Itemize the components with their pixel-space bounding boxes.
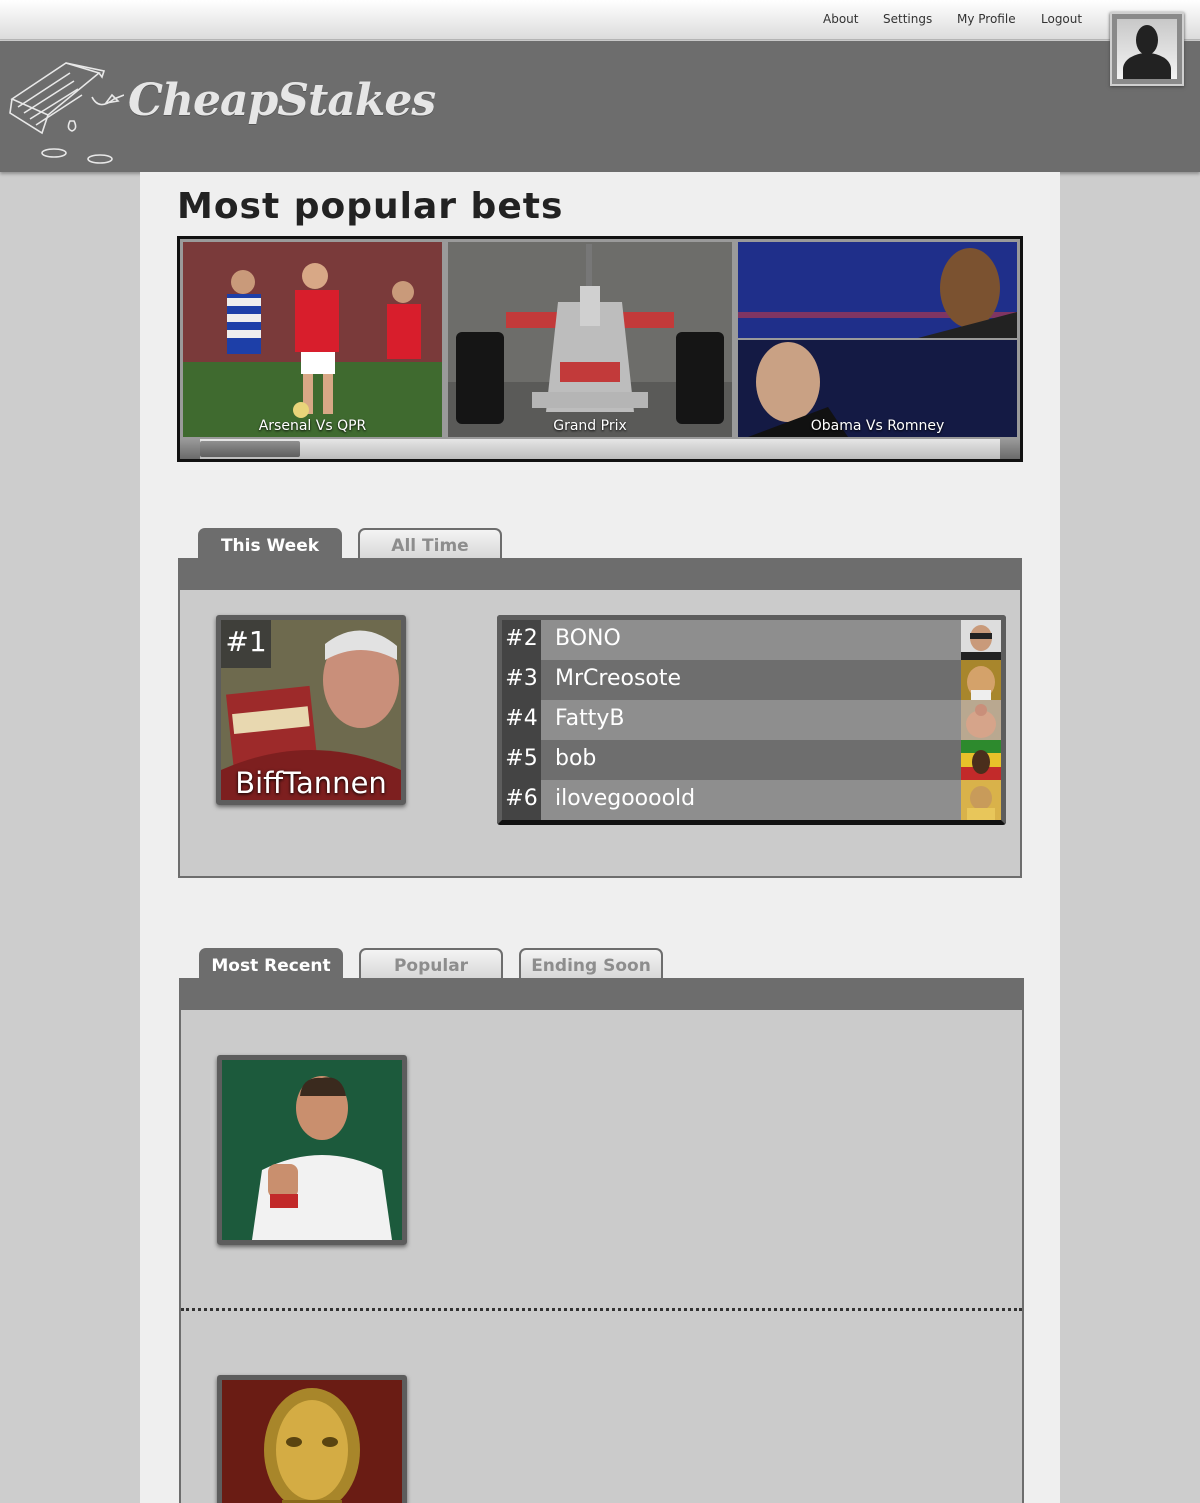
- leaderboard-panel: #1 BiffTannen #2 BONO #3 MrCreosote #4 F…: [178, 558, 1022, 878]
- tab-all-time[interactable]: All Time: [358, 528, 502, 560]
- carousel-slide-obama-vs-romney[interactable]: Obama Vs Romney: [738, 242, 1017, 437]
- slide-caption: Grand Prix: [553, 418, 627, 434]
- rank-user-name: bob: [555, 746, 597, 771]
- user-avatar-button[interactable]: [1110, 12, 1184, 86]
- rank-number: #4: [502, 700, 541, 740]
- football-photo-icon: [183, 242, 442, 437]
- rank-number: #2: [502, 620, 541, 660]
- f1-car-photo-icon: [448, 242, 732, 437]
- brand-logo-text[interactable]: CheapStakes: [128, 75, 436, 126]
- tab-ending-soon[interactable]: Ending Soon: [519, 948, 663, 980]
- panel-header-bar: [180, 560, 1020, 590]
- user-thumb-icon: [961, 620, 1001, 660]
- tennis-player-photo-icon: [222, 1060, 402, 1240]
- rank-user-name: MrCreosote: [555, 666, 682, 691]
- rank-user-name: FattyB: [555, 706, 625, 731]
- nav-my-profile-link[interactable]: My Profile: [957, 12, 1016, 26]
- carousel-scrollbar[interactable]: [180, 439, 1020, 459]
- ranking-row-2[interactable]: #2 BONO: [502, 620, 1001, 660]
- top-user-name: BiffTannen: [235, 766, 387, 800]
- bet-card-awards[interactable]: [217, 1375, 407, 1503]
- ranking-list: #2 BONO #3 MrCreosote #4 FattyB #5 bob #…: [497, 615, 1006, 825]
- nav-about-link[interactable]: About: [823, 12, 858, 26]
- page-title: Most popular bets: [177, 186, 564, 227]
- carousel-slide-grand-prix[interactable]: Grand Prix: [448, 242, 732, 437]
- ranking-row-3[interactable]: #3 MrCreosote: [502, 660, 1001, 700]
- panel-header-bar: [181, 980, 1022, 1010]
- rank-badge: #1: [221, 620, 271, 668]
- user-thumb-icon: [961, 660, 1001, 700]
- tab-most-recent[interactable]: Most Recent: [199, 948, 343, 980]
- user-thumb-icon: [961, 780, 1001, 820]
- bets-feed-panel: [179, 978, 1024, 1503]
- oscar-statue-photo-icon: [222, 1380, 402, 1503]
- carousel-slide-arsenal-vs-qpr[interactable]: Arsenal Vs QPR: [183, 242, 442, 437]
- rank-number: #3: [502, 660, 541, 700]
- rank-user-name: BONO: [555, 626, 621, 651]
- site-header: CheapStakes: [0, 41, 1200, 172]
- rank-number: #5: [502, 740, 541, 780]
- top-ranked-user-card[interactable]: #1 BiffTannen: [216, 615, 406, 805]
- debate-photo-icon: [738, 242, 1017, 437]
- avatar-placeholder-icon: [1117, 19, 1177, 79]
- tab-this-week[interactable]: This Week: [198, 528, 342, 560]
- scroll-right-button[interactable]: [1000, 439, 1020, 459]
- tab-popular[interactable]: Popular: [359, 948, 503, 980]
- rank-user-name: ilovegoooold: [555, 786, 696, 811]
- nav-settings-link[interactable]: Settings: [883, 12, 932, 26]
- ranking-row-4[interactable]: #4 FattyB: [502, 700, 1001, 740]
- ranking-row-6[interactable]: #6 ilovegoooold: [502, 780, 1001, 820]
- popular-bets-carousel: Arsenal Vs QPR Grand Prix Obama Vs Romne…: [177, 236, 1023, 462]
- betting-slip-logo-icon: [9, 62, 124, 164]
- ranking-row-5[interactable]: #5 bob: [502, 740, 1001, 780]
- user-thumb-icon: [961, 700, 1001, 740]
- nav-logout-link[interactable]: Logout: [1041, 12, 1082, 26]
- feed-divider: [181, 1308, 1022, 1311]
- main-content: Most popular bets Arsenal Vs QPR Grand P…: [140, 172, 1060, 1503]
- scroll-thumb[interactable]: [200, 441, 300, 457]
- scroll-left-button[interactable]: [180, 439, 200, 459]
- slide-caption: Arsenal Vs QPR: [258, 418, 367, 434]
- top-nav-bar: About Settings My Profile Logout: [0, 0, 1200, 40]
- slide-caption: Obama Vs Romney: [810, 418, 945, 434]
- rank-number: #6: [502, 780, 541, 820]
- user-thumb-icon: [961, 740, 1001, 780]
- bet-card-tennis[interactable]: [217, 1055, 407, 1245]
